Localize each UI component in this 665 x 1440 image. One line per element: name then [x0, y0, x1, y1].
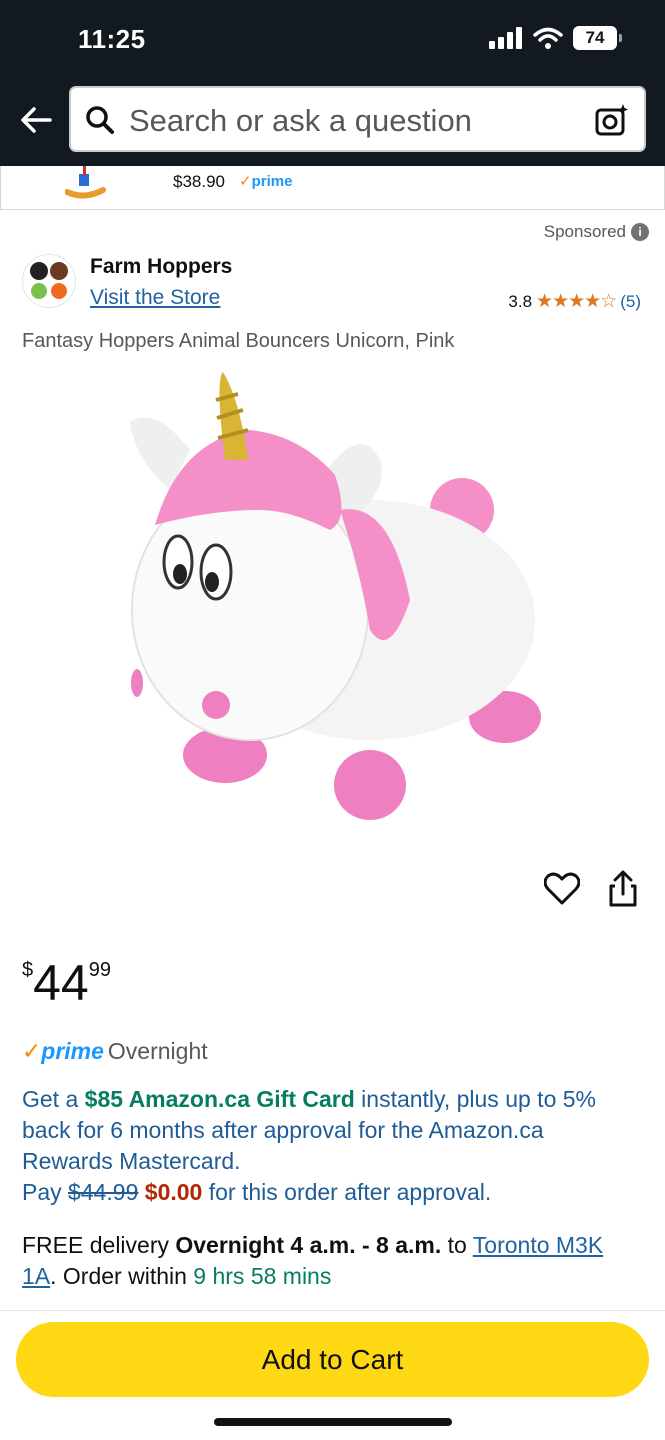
prime-check-icon: ✓ — [22, 1038, 42, 1064]
price-symbol: $ — [22, 959, 34, 981]
brand-logo[interactable] — [22, 254, 76, 308]
price: $ 44 99 — [22, 955, 111, 1011]
delivery-speed: Overnight — [107, 1038, 208, 1064]
delivery-countdown: 9 hrs 58 mins — [193, 1263, 332, 1289]
prime-logo: prime — [41, 1038, 104, 1064]
price-fraction: 99 — [88, 959, 111, 981]
share-icon[interactable] — [606, 870, 640, 908]
star-rating-icon: ★★★★☆ — [536, 291, 617, 312]
old-price: $44.99 — [68, 1179, 139, 1205]
status-icons: 74 — [489, 26, 622, 50]
delivery-info: FREE delivery Overnight 4 a.m. - 8 a.m. … — [22, 1232, 604, 1289]
info-icon[interactable]: i — [631, 223, 649, 241]
rating[interactable]: 3.8 ★★★★☆ (5) — [508, 290, 641, 313]
farm-animals-logo-icon — [30, 262, 68, 299]
sponsored-label[interactable]: Sponsored i — [544, 222, 649, 242]
search-placeholder: Search or ask a question — [129, 103, 472, 138]
prime-badge: ✓prime — [239, 173, 293, 190]
brand-name: Farm Hoppers — [90, 255, 233, 278]
wifi-icon — [533, 27, 563, 49]
rating-value: 3.8 — [508, 291, 533, 311]
search-input[interactable]: Search or ask a question — [69, 86, 646, 152]
camera-icon[interactable] — [594, 102, 630, 138]
visit-store-link[interactable]: Visit the Store — [90, 286, 220, 310]
credit-card-offer[interactable]: Get a $85 Amazon.ca Gift Card instantly,… — [22, 1084, 632, 1208]
back-arrow-icon[interactable] — [16, 100, 56, 140]
gift-card-amount: $85 Amazon.ca Gift Card — [84, 1086, 355, 1112]
previous-item-price: $38.90 — [173, 172, 225, 191]
prime-delivery: ✓ prime Overnight — [22, 1038, 208, 1065]
battery-icon: 74 — [573, 26, 622, 50]
price-whole: 44 — [33, 955, 89, 1011]
new-price: $0.00 — [144, 1179, 203, 1205]
divider — [0, 1310, 665, 1311]
previous-item-strip[interactable]: $38.90 ✓prime — [0, 166, 665, 210]
status-time: 11:25 — [78, 24, 146, 54]
rating-count[interactable]: (5) — [620, 292, 641, 312]
delivery-window: Overnight 4 a.m. - 8 a.m. — [175, 1232, 442, 1258]
signal-icon — [489, 27, 522, 49]
previous-item-thumbnail — [65, 166, 106, 199]
heart-icon[interactable] — [544, 872, 580, 906]
top-header: 11:25 74 Search or ask a question — [0, 0, 665, 166]
product-title[interactable]: Fantasy Hoppers Animal Bouncers Unicorn,… — [22, 330, 454, 353]
search-icon — [86, 106, 114, 134]
product-image[interactable] — [100, 360, 570, 840]
home-indicator[interactable] — [214, 1418, 452, 1426]
add-to-cart-button[interactable]: Add to Cart — [16, 1322, 649, 1397]
